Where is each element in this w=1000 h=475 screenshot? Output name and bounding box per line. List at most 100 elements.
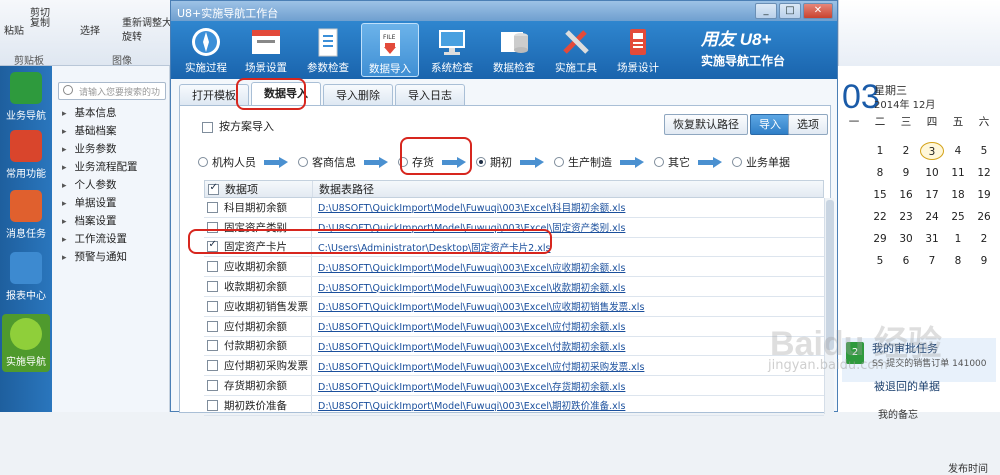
nav-item[interactable]: 业务参数	[62, 140, 138, 158]
row-path-link[interactable]: D:\U8SOFT\QuickImport\Model\Fuwuqi\003\E…	[312, 297, 824, 316]
step-customers[interactable]: 客商信息	[298, 154, 356, 170]
calendar-day[interactable]: 8	[868, 164, 892, 182]
select-all-checkbox[interactable]	[207, 182, 219, 195]
row-path-link[interactable]: D:\U8SOFT\QuickImport\Model\Fuwuqi\003\E…	[312, 317, 824, 336]
calendar-day[interactable]: 23	[894, 208, 918, 226]
calendar-day[interactable]: 22	[868, 208, 892, 226]
copy-button[interactable]: 复制	[30, 14, 50, 29]
step-manufacturing[interactable]: 生产制造	[554, 154, 612, 170]
step-radio[interactable]	[732, 157, 742, 167]
step-radio[interactable]	[654, 157, 664, 167]
sidebar-item-business-nav[interactable]: 业务导航	[2, 72, 50, 122]
calendar-day[interactable]: 25	[946, 208, 970, 226]
tab-import-log[interactable]: 导入日志	[395, 84, 465, 106]
table-row[interactable]: 付款期初余额 D:\U8SOFT\QuickImport\Model\Fuwuqi…	[204, 336, 824, 357]
calendar-day[interactable]: 18	[946, 186, 970, 204]
table-scrollbar[interactable]	[824, 198, 834, 414]
step-opening[interactable]: 期初	[476, 154, 512, 170]
row-path-link[interactable]: D:\U8SOFT\QuickImport\Model\Fuwuqi\003\E…	[312, 376, 824, 395]
dialog-titlebar[interactable]: U8+实施导航工作台 _ □ ✕	[171, 1, 837, 21]
row-checkbox[interactable]	[206, 399, 218, 411]
step-radio[interactable]	[476, 157, 486, 167]
step-radio[interactable]	[198, 157, 208, 167]
calendar-day[interactable]: 30	[894, 230, 918, 248]
maximize-button[interactable]: □	[779, 3, 801, 19]
step-radio[interactable]	[554, 157, 564, 167]
calendar-day[interactable]	[842, 208, 866, 226]
table-row[interactable]: 期初跌价准备 D:\U8SOFT\QuickImport\Model\Fuwuqi…	[204, 395, 824, 416]
nav-item[interactable]: 档案设置	[62, 212, 138, 230]
calendar-day[interactable]	[842, 252, 866, 270]
row-path-link[interactable]: D:\U8SOFT\QuickImport\Model\Fuwuqi\003\E…	[312, 337, 824, 356]
calendar-day[interactable]: 16	[894, 186, 918, 204]
nav-item[interactable]: 个人参数	[62, 176, 138, 194]
toolbar-scene-design[interactable]: 场景设计	[609, 23, 667, 77]
calendar-day[interactable]: 1	[868, 142, 892, 160]
calendar-day[interactable]: 26	[972, 208, 996, 226]
table-row[interactable]: 存货期初余额 D:\U8SOFT\QuickImport\Model\Fuwuqi…	[204, 376, 824, 396]
table-row[interactable]: 应付期初采购发票 D:\U8SOFT\QuickImport\Model\Fuwu…	[204, 356, 824, 377]
calendar-day[interactable]	[842, 164, 866, 182]
calendar-day[interactable]	[842, 230, 866, 248]
step-business-docs[interactable]: 业务单据	[732, 154, 790, 170]
toolbar-impl-process[interactable]: 实施过程	[177, 23, 235, 77]
table-row[interactable]: 应收期初销售发票 D:\U8SOFT\QuickImport\Model\Fuwu…	[204, 296, 824, 317]
nav-item[interactable]: 单据设置	[62, 194, 138, 212]
paste-button[interactable]: 粘贴	[4, 22, 24, 37]
restore-default-path-button[interactable]: 恢复默认路径	[664, 114, 748, 135]
select-button[interactable]: 选择	[80, 22, 100, 37]
calendar-day[interactable]: 6	[894, 252, 918, 270]
calendar-day[interactable]: 19	[972, 186, 996, 204]
resize-button[interactable]: 重新调整大	[122, 14, 172, 29]
calendar-day[interactable]: 3	[920, 142, 944, 160]
sidebar-item-messages[interactable]: 消息任务	[2, 190, 50, 240]
returned-docs-link[interactable]: 被退回的单据	[874, 378, 940, 394]
row-checkbox[interactable]	[206, 380, 218, 392]
options-button[interactable]: 选项	[788, 114, 828, 135]
import-button[interactable]: 导入	[750, 114, 790, 135]
calendar-day[interactable]: 15	[868, 186, 892, 204]
row-checkbox[interactable]	[206, 281, 218, 293]
calendar-day[interactable]	[842, 186, 866, 204]
sidebar-item-impl-nav[interactable]: 实施导航	[2, 314, 50, 372]
search-input[interactable]: 请输入您要搜索的功	[58, 82, 166, 100]
toolbar-data-import[interactable]: FILE 数据导入	[361, 23, 419, 77]
calendar-day[interactable]: 31	[920, 230, 944, 248]
toolbar-system-check[interactable]: 系统检查	[423, 23, 481, 77]
step-other[interactable]: 其它	[654, 154, 690, 170]
close-button[interactable]: ✕	[803, 3, 833, 19]
nav-item[interactable]: 业务流程配置	[62, 158, 138, 176]
calendar-day[interactable]: 5	[868, 252, 892, 270]
by-scheme-option[interactable]: 按方案导入	[202, 118, 274, 134]
row-checkbox[interactable]	[206, 340, 218, 352]
calendar-day[interactable]: 9	[894, 164, 918, 182]
row-path-link[interactable]: D:\U8SOFT\QuickImport\Model\Fuwuqi\003\E…	[312, 198, 824, 217]
memo-link[interactable]: 我的备忘	[878, 406, 918, 421]
calendar-day[interactable]: 29	[868, 230, 892, 248]
table-row[interactable]: 科目期初余额 D:\U8SOFT\QuickImport\Model\Fuwuqi…	[204, 198, 824, 218]
row-checkbox[interactable]	[206, 261, 218, 273]
calendar-day[interactable]: 17	[920, 186, 944, 204]
step-radio[interactable]	[298, 157, 308, 167]
table-row[interactable]: 应收期初余额 D:\U8SOFT\QuickImport\Model\Fuwuqi…	[204, 257, 824, 278]
table-row[interactable]: 应付期初余额 D:\U8SOFT\QuickImport\Model\Fuwuqi…	[204, 316, 824, 337]
calendar-day[interactable]: 5	[972, 142, 996, 160]
calendar-day[interactable]: 2	[894, 142, 918, 160]
row-checkbox[interactable]	[206, 201, 218, 213]
calendar-day[interactable]: 10	[920, 164, 944, 182]
nav-item[interactable]: 预警与通知	[62, 248, 138, 266]
toolbar-impl-tools[interactable]: 实施工具	[547, 23, 605, 77]
calendar-day[interactable]: 2	[972, 230, 996, 248]
row-checkbox[interactable]	[206, 300, 218, 312]
sidebar-item-reports[interactable]: 报表中心	[2, 252, 50, 302]
calendar-day[interactable]: 4	[946, 142, 970, 160]
row-path-link[interactable]: D:\U8SOFT\QuickImport\Model\Fuwuqi\003\E…	[312, 257, 824, 276]
row-checkbox[interactable]	[206, 360, 218, 372]
calendar-day[interactable]: 11	[946, 164, 970, 182]
row-path-link[interactable]: D:\U8SOFT\QuickImport\Model\Fuwuqi\003\E…	[312, 356, 824, 375]
calendar-day[interactable]: 24	[920, 208, 944, 226]
calendar-day[interactable]: 12	[972, 164, 996, 182]
row-checkbox[interactable]	[206, 320, 218, 332]
toolbar-data-check[interactable]: 数据检查	[485, 23, 543, 77]
calendar-day[interactable]: 1	[946, 230, 970, 248]
